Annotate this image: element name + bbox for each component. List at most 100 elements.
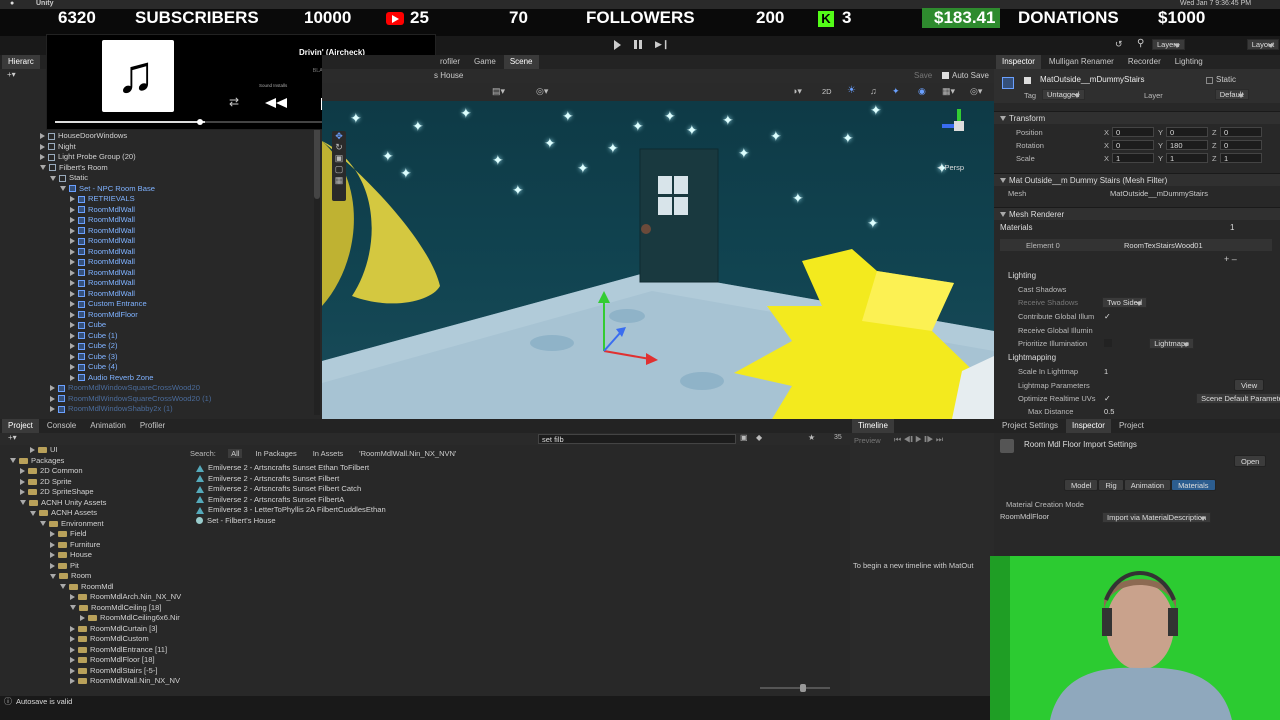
search-filter-2[interactable]: In Assets xyxy=(310,449,346,458)
tab-bottom-2[interactable]: Animation xyxy=(84,419,132,433)
hierarchy-item[interactable]: Cube (2) xyxy=(0,341,316,352)
collapsed-arrow-icon[interactable] xyxy=(50,552,55,558)
materials-count[interactable]: 1 xyxy=(1230,223,1234,232)
autosave-checkbox[interactable] xyxy=(942,72,949,79)
lightmapping-section[interactable]: Lightmapping xyxy=(1008,353,1056,362)
hierarchy-item[interactable]: Cube (4) xyxy=(0,362,316,373)
collapsed-arrow-icon[interactable] xyxy=(70,259,75,265)
receive-gi-dropdown[interactable]: Lightmaps xyxy=(1149,338,1194,349)
expanded-arrow-icon[interactable] xyxy=(40,521,46,526)
hierarchy-item[interactable]: RoomMdlWall xyxy=(0,247,316,258)
hierarchy-item[interactable]: RoomMdlWindowShabby2x (1) xyxy=(0,404,316,415)
tab-lower-1[interactable]: Inspector xyxy=(1066,419,1111,433)
hierarchy-item[interactable]: RoomMdlWall xyxy=(0,289,316,300)
expanded-arrow-icon[interactable] xyxy=(50,573,56,579)
import-subtab-3[interactable]: Materials xyxy=(1171,479,1216,491)
collapsed-arrow-icon[interactable] xyxy=(70,248,75,255)
tab-inspector-0[interactable]: Inspector xyxy=(996,55,1041,69)
rotate-tool-icon[interactable]: ↻ xyxy=(332,142,346,153)
tab-scene[interactable]: Scene xyxy=(503,55,539,69)
collapsed-arrow-icon[interactable] xyxy=(70,374,75,381)
collapsed-arrow-icon[interactable] xyxy=(50,541,55,548)
perspective-label[interactable]: < Persp xyxy=(938,163,964,172)
gizmos-icon[interactable]: ◎▾ xyxy=(970,86,982,97)
scale-lightmap-value[interactable]: 1 xyxy=(1104,367,1108,376)
collapsed-arrow-icon[interactable] xyxy=(70,311,75,318)
hidden-objects-icon[interactable]: ◉ xyxy=(918,86,926,97)
hierarchy-item[interactable]: RoomMdlWall xyxy=(0,268,316,279)
position-field[interactable]: 0 xyxy=(1112,127,1154,137)
collapsed-arrow-icon[interactable] xyxy=(20,478,25,485)
collapsed-arrow-icon[interactable] xyxy=(70,667,75,674)
collapsed-arrow-icon[interactable] xyxy=(70,280,75,286)
active-checkbox[interactable] xyxy=(1024,77,1031,84)
project-folder-item[interactable]: RoomMdlCeiling [18] xyxy=(0,603,186,614)
import-subtab-1[interactable]: Rig xyxy=(1098,479,1124,491)
expanded-arrow-icon[interactable] xyxy=(30,510,36,516)
project-folder-item[interactable]: House xyxy=(0,550,186,561)
hierarchy-item[interactable]: RoomMdlFloor xyxy=(0,310,316,321)
lighting-toggle-icon[interactable]: ☀ xyxy=(847,85,856,96)
project-folder-item[interactable]: RoomMdlCeiling6x6.Nir xyxy=(0,613,186,624)
tab-bottom-3[interactable]: Profiler xyxy=(134,419,171,433)
project-folder-item[interactable]: Field xyxy=(0,529,186,540)
hierarchy-item[interactable]: RoomMdlWall xyxy=(0,236,316,247)
transform-header[interactable]: Transform xyxy=(994,111,1280,124)
tab-hierarchy[interactable]: Hierarc xyxy=(2,55,40,69)
tab-profiler[interactable]: rofiler xyxy=(434,55,466,69)
create-asset-icon[interactable]: +▾ xyxy=(8,433,17,442)
scale-field[interactable]: 1 xyxy=(1112,153,1154,163)
search-filter-3[interactable]: 'RoomMdlWall.Nin_NX_NVN' xyxy=(356,449,459,458)
hierarchy-item[interactable]: RoomMdlWall xyxy=(0,215,316,226)
hierarchy-item[interactable]: HouseDoorWindows xyxy=(0,131,316,142)
project-folder-item[interactable]: RoomMdlWall.Nin_NX_NV xyxy=(0,676,186,687)
project-folder-item[interactable]: RoomMdlArch.Nin_NX_NV xyxy=(0,592,186,603)
open-button[interactable]: Open xyxy=(1234,455,1267,467)
layer-dropdown[interactable]: Default xyxy=(1214,89,1249,100)
tab-lower-2[interactable]: Project xyxy=(1113,419,1150,433)
hierarchy-item[interactable]: RoomMdlWall xyxy=(0,205,316,216)
tag-dropdown[interactable]: Untagged xyxy=(1042,89,1085,100)
project-folder-item[interactable]: RoomMdlCustom xyxy=(0,634,186,645)
project-folder-item[interactable]: Furniture xyxy=(0,540,186,551)
pause-button[interactable] xyxy=(634,40,642,49)
save-button[interactable]: Save xyxy=(914,71,932,80)
expanded-arrow-icon[interactable] xyxy=(20,500,26,505)
tab-lower-0[interactable]: Project Settings xyxy=(996,419,1064,433)
camera-settings-icon[interactable]: ▦▾ xyxy=(942,86,955,97)
collapsed-arrow-icon[interactable] xyxy=(70,657,75,663)
project-folder-item[interactable]: Packages xyxy=(0,456,186,467)
collapsed-arrow-icon[interactable] xyxy=(70,594,75,600)
previous-button[interactable] xyxy=(265,98,287,108)
collapsed-arrow-icon[interactable] xyxy=(80,615,85,621)
import-subtab-0[interactable]: Model xyxy=(1064,479,1099,491)
collapsed-arrow-icon[interactable] xyxy=(70,301,75,307)
tab-timeline[interactable]: Timeline xyxy=(852,419,894,433)
transform-tool-icon[interactable]: ▦ xyxy=(332,175,346,186)
audio-toggle-icon[interactable]: ♫ xyxy=(870,86,877,96)
project-folder-item[interactable]: 2D SpriteShape xyxy=(0,487,186,498)
collapsed-arrow-icon[interactable] xyxy=(70,625,75,632)
mesh-field[interactable]: MatOutside__mDummyStairs xyxy=(1110,189,1208,198)
collapsed-arrow-icon[interactable] xyxy=(70,636,75,642)
tab-inspector-1[interactable]: Mulligan Renamer xyxy=(1043,55,1120,69)
timeline-transport-icons[interactable]: ⏮ ◀❙ ▶ ❙▶ ⏭ xyxy=(894,435,943,445)
hierarchy-item[interactable]: Cube (3) xyxy=(0,352,316,363)
search-icon[interactable]: ⚲ xyxy=(1137,38,1144,49)
collapsed-arrow-icon[interactable] xyxy=(70,238,75,244)
mesh-filter-header[interactable]: Mat Outside__m Dummy Stairs (Mesh Filter… xyxy=(994,173,1280,186)
position-field[interactable]: 0 xyxy=(1166,127,1208,137)
hierarchy-item[interactable]: RETRIEVALS xyxy=(0,194,316,205)
step-button[interactable]: ▶❙ xyxy=(655,39,669,50)
project-folder-item[interactable]: 2D Sprite xyxy=(0,477,186,488)
view-button[interactable]: View xyxy=(1234,379,1265,391)
hierarchy-item[interactable]: RoomMdlWall xyxy=(0,278,316,289)
lighting-section[interactable]: Lighting xyxy=(1008,271,1036,280)
menu-app-name[interactable]: Unity xyxy=(36,0,54,7)
collapsed-arrow-icon[interactable] xyxy=(20,489,25,495)
effects-toggle-icon[interactable]: ✦ xyxy=(892,86,900,97)
mesh-renderer-header[interactable]: Mesh Renderer xyxy=(994,207,1280,220)
project-result-item[interactable]: Emilverse 3 - LetterToPhyllis 2A Filbert… xyxy=(196,505,836,516)
hierarchy-item[interactable]: Cube xyxy=(0,320,316,331)
element0-value[interactable]: RoomTexStairsWood01 xyxy=(1124,241,1203,250)
